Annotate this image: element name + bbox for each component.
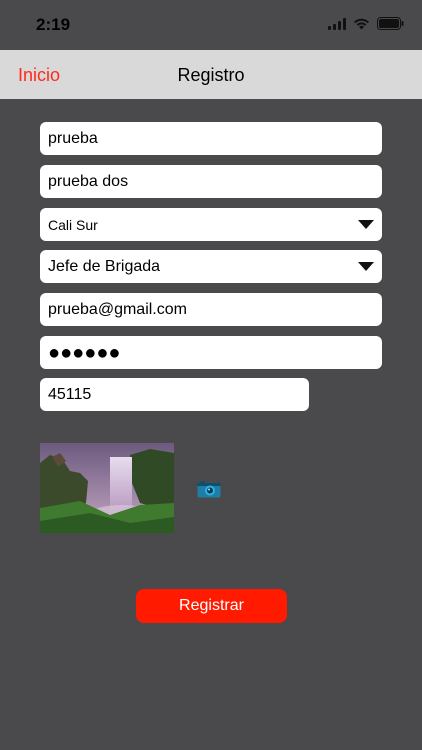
camera-icon — [197, 481, 221, 498]
zone-select[interactable]: Cali Sur — [40, 208, 382, 241]
first-name-field[interactable]: prueba — [40, 122, 382, 155]
status-icons — [328, 17, 404, 30]
dropdown-arrow-icon — [358, 262, 374, 271]
wifi-icon — [353, 18, 370, 30]
navigation-bar: Inicio Registro — [0, 50, 422, 99]
password-value: ●●●●●● — [48, 341, 121, 364]
dropdown-arrow-icon — [358, 220, 374, 229]
register-button[interactable]: Registrar — [136, 589, 287, 623]
role-select-value: Jefe de Brigada — [48, 257, 161, 275]
role-select[interactable]: Jefe de Brigada — [40, 250, 382, 283]
battery-icon — [377, 17, 404, 30]
last-name-field[interactable]: prueba dos — [40, 165, 382, 198]
password-field[interactable]: ●●●●●● — [40, 336, 382, 369]
page-title: Registro — [177, 65, 245, 85]
profile-photo — [40, 443, 174, 533]
status-bar: 2:19 — [0, 0, 422, 50]
camera-button[interactable] — [197, 480, 221, 498]
code-field[interactable]: 45115 — [40, 378, 309, 411]
status-time: 2:19 — [36, 15, 71, 34]
cellular-signal-icon — [328, 17, 346, 30]
zone-select-value: Cali Sur — [48, 216, 98, 233]
email-field[interactable]: prueba@gmail.com — [40, 293, 382, 326]
